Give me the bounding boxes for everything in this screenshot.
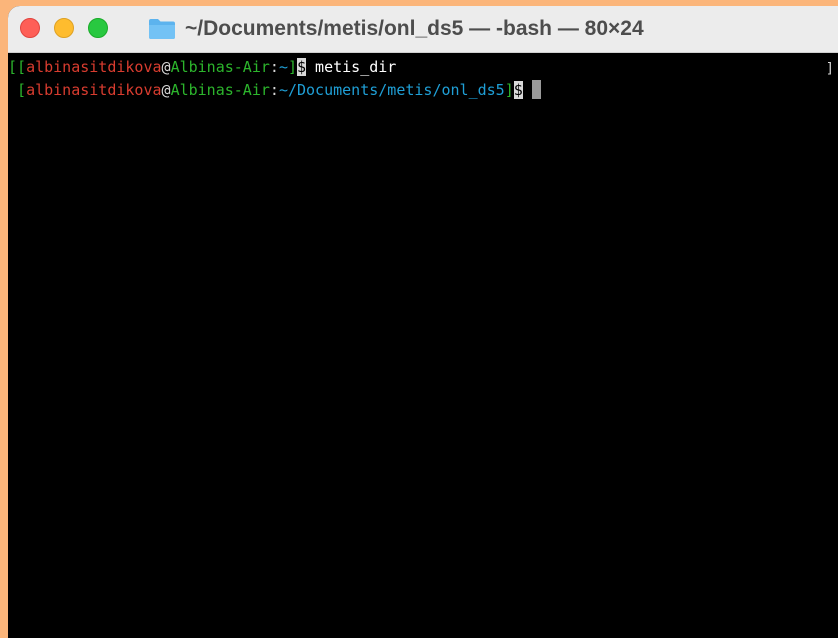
prompt-user: albinasitdikova — [26, 58, 162, 76]
prompt-dollar: $ — [513, 81, 523, 99]
terminal-window: ~/Documents/metis/onl_ds5 — -bash — 80×2… — [8, 6, 838, 638]
wrap-marker: ] — [825, 61, 834, 77]
prompt-user: albinasitdikova — [26, 81, 162, 99]
prompt-colon: : — [269, 58, 279, 76]
prompt-at: @ — [161, 81, 171, 99]
prompt-open-bracket: [[ — [8, 58, 27, 76]
prompt-host: Albinas-Air — [170, 58, 270, 76]
prompt-close-bracket: ] — [504, 81, 514, 99]
terminal-output[interactable]: [[albinasitdikova@Albinas-Air:~]$ metis_… — [8, 53, 838, 638]
minimize-button[interactable] — [54, 18, 74, 38]
text-cursor — [531, 80, 541, 99]
folder-icon — [149, 19, 175, 39]
window-title-group: ~/Documents/metis/onl_ds5 — -bash — 80×2… — [148, 6, 644, 52]
prompt-open-bracket: [ — [8, 81, 27, 99]
command-text — [523, 81, 532, 99]
window-title: ~/Documents/metis/onl_ds5 — -bash — 80×2… — [185, 17, 644, 40]
terminal-line-1: [[albinasitdikova@Albinas-Air:~]$ metis_… — [8, 56, 838, 79]
title-bar[interactable]: ~/Documents/metis/onl_ds5 — -bash — 80×2… — [8, 6, 838, 53]
terminal-line-2: [albinasitdikova@Albinas-Air:~/Documents… — [8, 79, 838, 102]
command-text: metis_dir — [306, 58, 397, 76]
prompt-colon: : — [269, 81, 279, 99]
prompt-path: ~ — [278, 58, 288, 76]
prompt-host: Albinas-Air — [170, 81, 270, 99]
prompt-at: @ — [161, 58, 171, 76]
prompt-close-bracket: ] — [287, 58, 297, 76]
prompt-path: ~/Documents/metis/onl_ds5 — [278, 81, 505, 99]
zoom-button[interactable] — [88, 18, 108, 38]
close-button[interactable] — [20, 18, 40, 38]
prompt-dollar: $ — [297, 58, 307, 76]
